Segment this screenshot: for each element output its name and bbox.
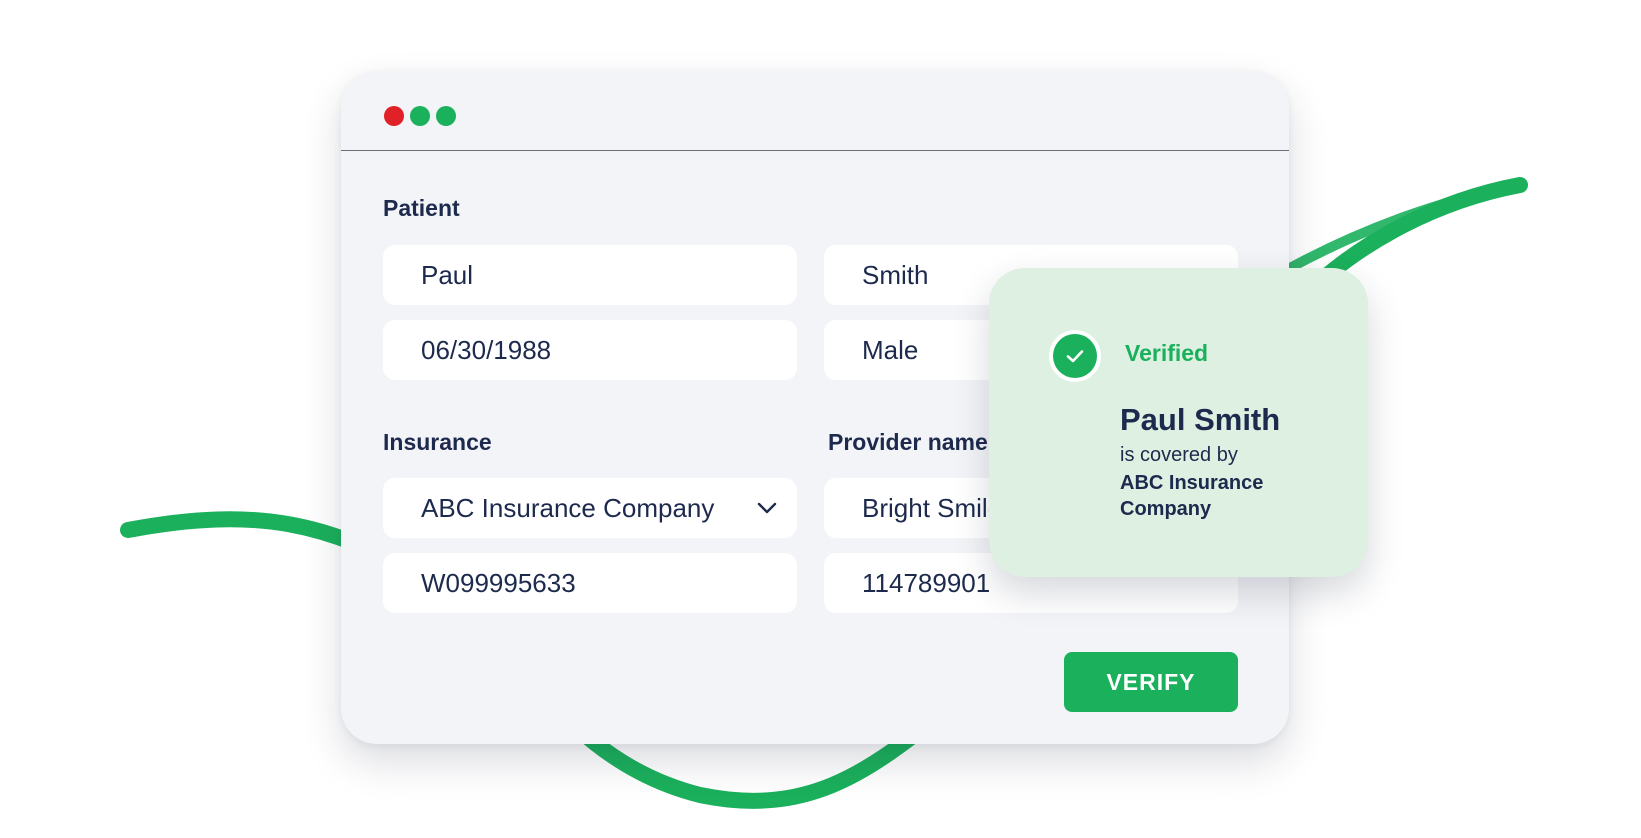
close-dot-icon[interactable] [384, 106, 404, 126]
minimize-dot-icon[interactable] [410, 106, 430, 126]
verification-result-card: Verified Paul Smith is covered by ABC In… [989, 268, 1368, 577]
verified-insurance-company: ABC Insurance Company [1120, 472, 1264, 520]
verify-button[interactable]: VERIFY [1064, 652, 1238, 712]
maximize-dot-icon[interactable] [436, 106, 456, 126]
chevron-down-icon[interactable] [755, 496, 779, 520]
provider-section-label: Provider name [828, 429, 988, 455]
checkmark-icon [1066, 350, 1084, 363]
check-circle-fill [1053, 334, 1097, 378]
coverage-text: is covered by [1120, 444, 1238, 466]
verified-status-label: Verified [1125, 340, 1209, 366]
window-titlebar [341, 71, 1289, 151]
member-id-field[interactable]: W099995633 [383, 553, 797, 613]
check-circle-icon [1049, 330, 1101, 382]
patient-section-label: Patient [383, 195, 460, 221]
verified-patient-name: Paul Smith [1120, 402, 1281, 437]
insurance-company-value: ABC Insurance Company [421, 492, 715, 523]
first-name-field[interactable]: Paul [383, 245, 797, 305]
insurance-company-select[interactable]: ABC Insurance Company [383, 478, 797, 538]
stage: Patient Paul Smith 06/30/1988 Male Insur… [0, 0, 1641, 838]
insurance-section-label: Insurance [383, 429, 492, 455]
dob-field[interactable]: 06/30/1988 [383, 320, 797, 380]
